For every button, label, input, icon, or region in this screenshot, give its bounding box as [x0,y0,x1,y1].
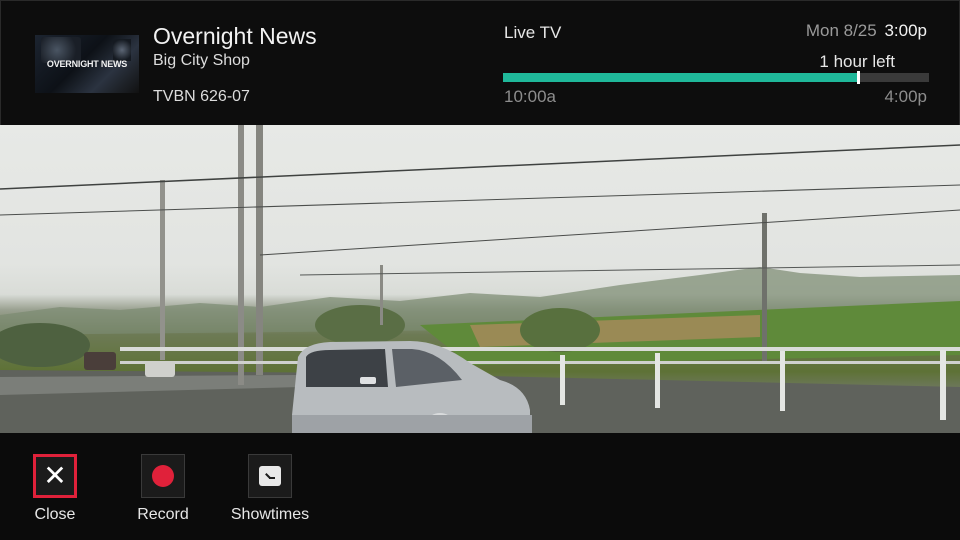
video-player[interactable] [0,125,960,433]
showtimes-button-label: Showtimes [230,506,310,523]
program-start-time: 10:00a [504,87,556,106]
showtimes-button-frame [248,454,292,498]
clock-icon [259,466,281,486]
program-end-time: 4:00p [884,87,927,106]
close-button[interactable]: ✕ Close [10,454,100,524]
program-subtitle: Big City Shop [153,52,250,69]
close-button-label: Close [34,506,76,523]
record-button-label: Record [137,506,189,523]
video-frame [0,125,960,433]
thumbnail-logo-text: OVERNIGHT NEWS [46,59,128,69]
current-date: Mon 8/25 [805,21,877,40]
close-button-frame: ✕ [33,454,77,498]
program-progress-bar [503,71,929,84]
close-icon: ✕ [43,459,67,492]
record-button[interactable]: Record [118,454,208,524]
program-thumbnail: OVERNIGHT NEWS [35,35,139,93]
current-time: 3:00p [884,21,927,40]
record-button-frame [141,454,185,498]
live-tv-label: Live TV [504,23,562,42]
studio-light-graphic [113,39,131,61]
program-title: Overnight News [153,23,317,49]
showtimes-button[interactable]: Showtimes [225,454,315,524]
program-info-bar: OVERNIGHT NEWS Overnight News Big City S… [0,0,960,125]
progress-position-marker [856,71,860,84]
record-icon [152,465,174,487]
date-time: Mon 8/25 3:00p [806,21,927,41]
player-controls: ✕ Close Record Showtimes [0,433,960,540]
program-rating: TVBN 626-07 [153,88,250,105]
time-remaining: 1 hour left [819,52,895,71]
progress-fill [503,73,858,82]
